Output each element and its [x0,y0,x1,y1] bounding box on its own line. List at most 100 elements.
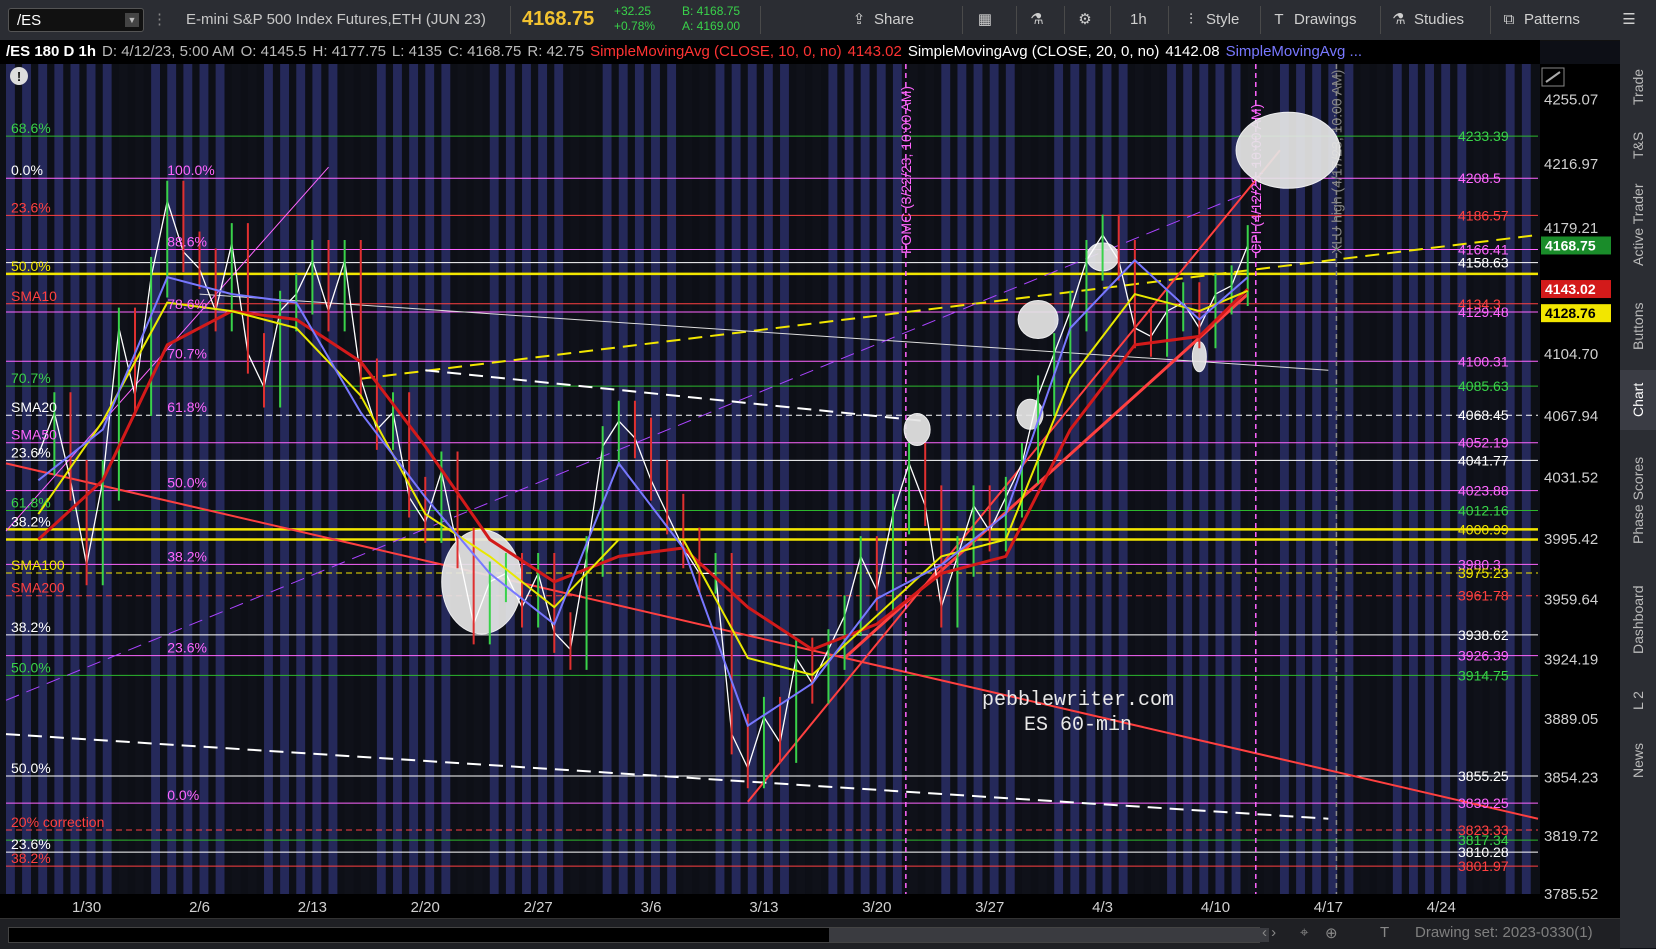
chevron-down-icon[interactable]: ▼ [125,13,139,27]
y-axis-background [1540,64,1620,918]
x-axis: 1/30 2/6 2/13 2/20 2/27 3/6 3/13 3/20 3/27 4/3 4/1… [0,894,1540,918]
bid-ask: B: 4168.75 A: 4169.00 [682,4,740,34]
side-tab-news[interactable]: News [1620,730,1656,790]
side-tab-t-s[interactable]: T&S [1620,120,1656,170]
y-tick-label: 3959.64 [1544,591,1598,608]
side-tab-dashboard[interactable]: Dashboard [1620,570,1656,670]
share-button[interactable]: ⇪ Share [850,8,914,32]
fib-label: 78.6% [167,296,207,312]
day-stripe [1392,64,1402,894]
x-tick-label: 4/17 [1314,899,1343,916]
side-tab-phase-scores[interactable]: Phase Scores [1620,435,1656,565]
day-stripe [1086,64,1096,894]
menu-button[interactable]: ☰ [1620,8,1644,32]
x-tick-label: 3/13 [749,899,778,916]
y-tick-label: 4255.07 [1544,91,1598,108]
level-left-label: 68.6% [11,120,51,136]
toolbar-divider [1380,6,1381,34]
level-price-label: 3961.78 [1458,588,1509,604]
level-price-label: 4129.48 [1458,304,1509,320]
day-stripe [1199,64,1209,894]
study-sma3[interactable]: SimpleMovingAvg ... [1226,43,1362,60]
patterns-button[interactable]: ⧉ Patterns [1500,8,1580,32]
y-tick-label: 4031.52 [1544,470,1598,487]
scrollbar-thumb[interactable] [829,928,1269,942]
day-stripe [296,64,306,894]
background-stripes [6,64,1531,894]
day-stripe [973,64,983,894]
price-tag-label: 4168.75 [1545,237,1596,253]
fib-label: 100.0% [167,162,214,178]
crosshair-icon[interactable]: ⌖ [1300,924,1308,941]
fib-label: 61.8% [167,399,207,415]
day-stripe [1102,64,1112,894]
day-stripe [360,64,370,894]
flask-button[interactable]: ⚗ [1028,8,1052,32]
study-sma20-value: 4142.08 [1165,43,1220,60]
level-price-label: 3914.75 [1458,667,1509,683]
day-stripe [1054,64,1064,894]
side-tab-l-2[interactable]: L 2 [1620,676,1656,726]
text-tool-icon: T [1274,11,1284,28]
ask-value: A: 4169.00 [682,19,741,33]
highlight-ellipse [903,413,931,447]
change-percent: +0.78% [614,19,656,33]
level-left-label: SMA10 [11,288,57,304]
level-price-label: 4186.57 [1458,207,1509,223]
layout-button[interactable]: ▦ [976,8,1000,32]
side-tab-active-trader[interactable]: Active Trader [1620,170,1656,280]
day-stripe [505,64,515,894]
toolbar-divider [1016,6,1017,34]
side-tab-buttons[interactable]: Buttons [1620,286,1656,366]
studies-label: Studies [1414,11,1465,28]
symbol-input[interactable]: /ES ▼ [8,8,144,32]
timeframe-button[interactable]: 1h [1130,8,1147,32]
bar-close: C: 4168.75 [447,43,522,60]
style-button[interactable]: ⫶ Style [1182,8,1239,32]
level-left-label: SMA20 [11,399,57,415]
day-stripe [231,64,241,894]
day-stripe [522,64,531,894]
study-sma10[interactable]: SimpleMovingAvg (CLOSE, 10, 0, no) [590,43,842,60]
hamburger-menu-icon: ☰ [1622,11,1636,28]
bar-open: O: 4145.5 [240,43,307,60]
level-left-label: SMA100 [11,557,65,573]
scroll-arrows-icon[interactable]: ‹ › [1262,924,1276,941]
side-panel: Trade T&S Active Trader Buttons Chart Phase S… [1620,40,1656,948]
day-stripe [570,64,580,894]
zoom-icon[interactable]: ⊕ [1325,924,1338,942]
highlight-ellipse [1235,111,1341,189]
flask-icon: ⚗ [1030,11,1044,28]
day-stripe [1183,64,1193,894]
price-chart[interactable]: FOMC (3/22/23, 10:00 AM)CPI (4/12/23, 10… [0,64,1620,918]
level-left-label: 23.6% [11,444,51,460]
drag-handle-icon[interactable]: ⋮ [152,8,167,32]
day-stripe [1312,64,1322,894]
change-value: +32.25 [614,4,652,18]
text-tool-icon[interactable]: T [1380,924,1389,941]
y-tick-label: 3889.05 [1544,711,1598,728]
studies-button[interactable]: ⚗ Studies [1390,8,1464,32]
watermark-site: pebblewriter.com [982,689,1174,712]
drawing-set-label[interactable]: Drawing set: 2023-0330(1) [1415,924,1593,941]
day-stripe [344,64,354,894]
day-stripe [844,64,854,894]
bar-range: R: 42.75 [527,43,585,60]
settings-button[interactable]: ⚙ [1076,8,1100,32]
side-tab-trade[interactable]: Trade [1620,58,1656,116]
drawings-button[interactable]: T Drawings [1270,8,1356,32]
day-stripe [1215,64,1225,894]
day-stripe [1296,64,1305,894]
level-price-label: 4208.5 [1458,170,1501,186]
day-stripe [457,64,467,894]
price-tag-label: 4143.02 [1545,281,1596,297]
day-stripe [1441,64,1451,894]
horizontal-scrollbar[interactable] [8,927,1269,943]
study-sma20[interactable]: SimpleMovingAvg (CLOSE, 20, 0, no) [908,43,1160,60]
side-tab-chart[interactable]: Chart [1620,370,1656,430]
level-left-label: 38.2% [11,619,51,635]
day-stripe [473,64,483,894]
y-tick-label: 4179.21 [1544,220,1598,237]
x-tick-label: 2/27 [524,899,553,916]
day-stripe [731,64,741,894]
